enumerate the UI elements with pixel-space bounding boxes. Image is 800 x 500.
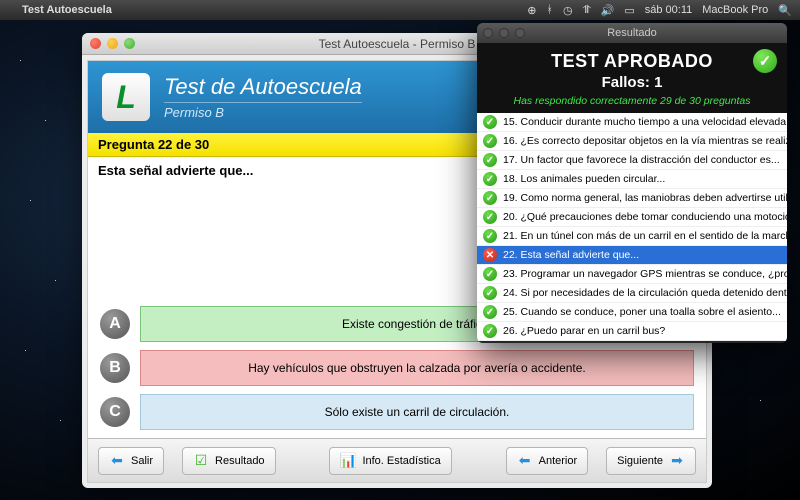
result-row-text: 26. ¿Puedo parar en un carril bus? [503,325,665,337]
result-row-text: 23. Programar un navegador GPS mientras … [503,268,787,280]
correct-icon: ✓ [483,210,497,224]
menuextra-icon[interactable]: ⊕ [527,4,536,17]
result-row[interactable]: ✓ 17. Un factor que favorece la distracci… [477,151,787,170]
result-row-text: 16. ¿Es correcto depositar objetos en la… [503,135,787,147]
chart-icon: 📊 [340,453,356,469]
result-window-titlebar[interactable]: Resultado [477,23,787,43]
result-button[interactable]: ☑Resultado [182,447,276,475]
result-row[interactable]: ✓ 26. ¿Puedo parar en un carril bus? [477,322,787,341]
result-row-text: 19. Como norma general, las maniobras de… [503,192,787,204]
app-subtitle: Permiso B [164,102,362,120]
bluetooth-icon[interactable]: ᚼ [546,4,553,16]
result-row-text: 21. En un túnel con más de un carril en … [503,230,787,242]
answer-letter: C [100,397,130,427]
result-row[interactable]: ✓ 18. Los animales pueden circular... [477,170,787,189]
minimize-icon[interactable] [107,38,118,49]
correct-icon: ✓ [483,134,497,148]
next-button[interactable]: Siguiente➡ [606,447,696,475]
correct-icon: ✓ [483,115,497,129]
wrong-icon: ✕ [483,248,497,262]
clock[interactable]: sáb 00:11 [645,4,693,16]
stats-button[interactable]: 📊Info. Estadística [329,447,451,475]
zoom-icon[interactable] [515,28,525,38]
correct-icon: ✓ [483,305,497,319]
answer-text: Hay vehículos que obstruyen la calzada p… [140,350,694,386]
timemachine-icon[interactable]: ◷ [563,4,573,17]
app-menu[interactable]: Test Autoescuela [22,4,112,16]
close-icon[interactable] [483,28,493,38]
exit-icon: ⬅ [109,453,125,469]
close-icon[interactable] [90,38,101,49]
volume-icon[interactable]: 🔊 [601,4,615,17]
result-header: ✓ TEST APROBADO Fallos: 1 Has respondido… [477,43,787,113]
arrow-right-icon: ➡ [669,453,685,469]
arrow-left-icon: ⬅ [517,453,533,469]
bottom-toolbar: ⬅Salir ☑Resultado 📊Info. Estadística ⬅An… [88,438,706,482]
minimize-icon[interactable] [499,28,509,38]
result-row[interactable]: ✓ 15. Conducir durante mucho tiempo a una… [477,113,787,132]
result-row-text: 17. Un factor que favorece la distracció… [503,154,780,166]
result-row[interactable]: ✓ 23. Programar un navegador GPS mientras… [477,265,787,284]
answer-letter: A [100,309,130,339]
answer-text: Sólo existe un carril de circulación. [140,394,694,430]
result-row-text: 25. Cuando se conduce, poner una toalla … [503,306,781,318]
result-row-text: 18. Los animales pueden circular... [503,173,665,185]
result-fails: Fallos: 1 [487,74,777,91]
result-row-text: 24. Si por necesidades de la circulación… [503,287,787,299]
result-row[interactable]: ✓ 25. Cuando se conduce, poner una toalla… [477,303,787,322]
correct-icon: ✓ [483,191,497,205]
correct-icon: ✓ [483,172,497,186]
correct-icon: ✓ [483,324,497,338]
result-row[interactable]: ✕ 22. Esta señal advierte que... [477,246,787,265]
result-row[interactable]: ✓ 24. Si por necesidades de la circulació… [477,284,787,303]
correct-icon: ✓ [483,267,497,281]
correct-icon: ✓ [483,286,497,300]
spotlight-icon[interactable]: 🔍 [778,4,792,17]
result-subtitle: Has respondido correctamente 29 de 30 pr… [487,95,777,107]
app-title: Test de Autoescuela [164,74,362,100]
result-row[interactable]: ✓ 19. Como norma general, las maniobras d… [477,189,787,208]
result-row[interactable]: ✓ 20. ¿Qué precauciones debe tomar conduc… [477,208,787,227]
result-row-text: 20. ¿Qué precauciones debe tomar conduci… [503,211,787,223]
answer-option[interactable]: C Sólo existe un carril de circulación. [100,394,694,430]
pass-badge-icon: ✓ [753,49,777,73]
result-list[interactable]: ✓ 15. Conducir durante mucho tiempo a una… [477,113,787,341]
result-window: Resultado ✓ TEST APROBADO Fallos: 1 Has … [477,23,787,343]
result-heading: TEST APROBADO [487,51,777,72]
result-row-text: 15. Conducir durante mucho tiempo a una … [503,116,787,128]
correct-icon: ✓ [483,153,497,167]
correct-icon: ✓ [483,229,497,243]
battery-icon[interactable]: ▭ [624,4,634,17]
answer-letter: B [100,353,130,383]
desktop-background: Test Autoescuela ⊕ ᚼ ◷ ⥣ 🔊 ▭ sáb 00:11 M… [0,0,800,500]
checkbox-icon: ☑ [193,453,209,469]
result-row[interactable]: ✓ 21. En un túnel con más de un carril en… [477,227,787,246]
answer-option[interactable]: B Hay vehículos que obstruyen la calzada … [100,350,694,386]
result-row-text: 22. Esta señal advierte que... [503,249,639,261]
macos-menubar: Test Autoescuela ⊕ ᚼ ◷ ⥣ 🔊 ▭ sáb 00:11 M… [0,0,800,20]
exit-button[interactable]: ⬅Salir [98,447,164,475]
zoom-icon[interactable] [124,38,135,49]
prev-button[interactable]: ⬅Anterior [506,447,589,475]
wifi-icon[interactable]: ⥣ [583,4,591,17]
device-name: MacBook Pro [702,4,768,16]
app-logo: L [102,73,150,121]
result-row[interactable]: ✓ 16. ¿Es correcto depositar objetos en l… [477,132,787,151]
